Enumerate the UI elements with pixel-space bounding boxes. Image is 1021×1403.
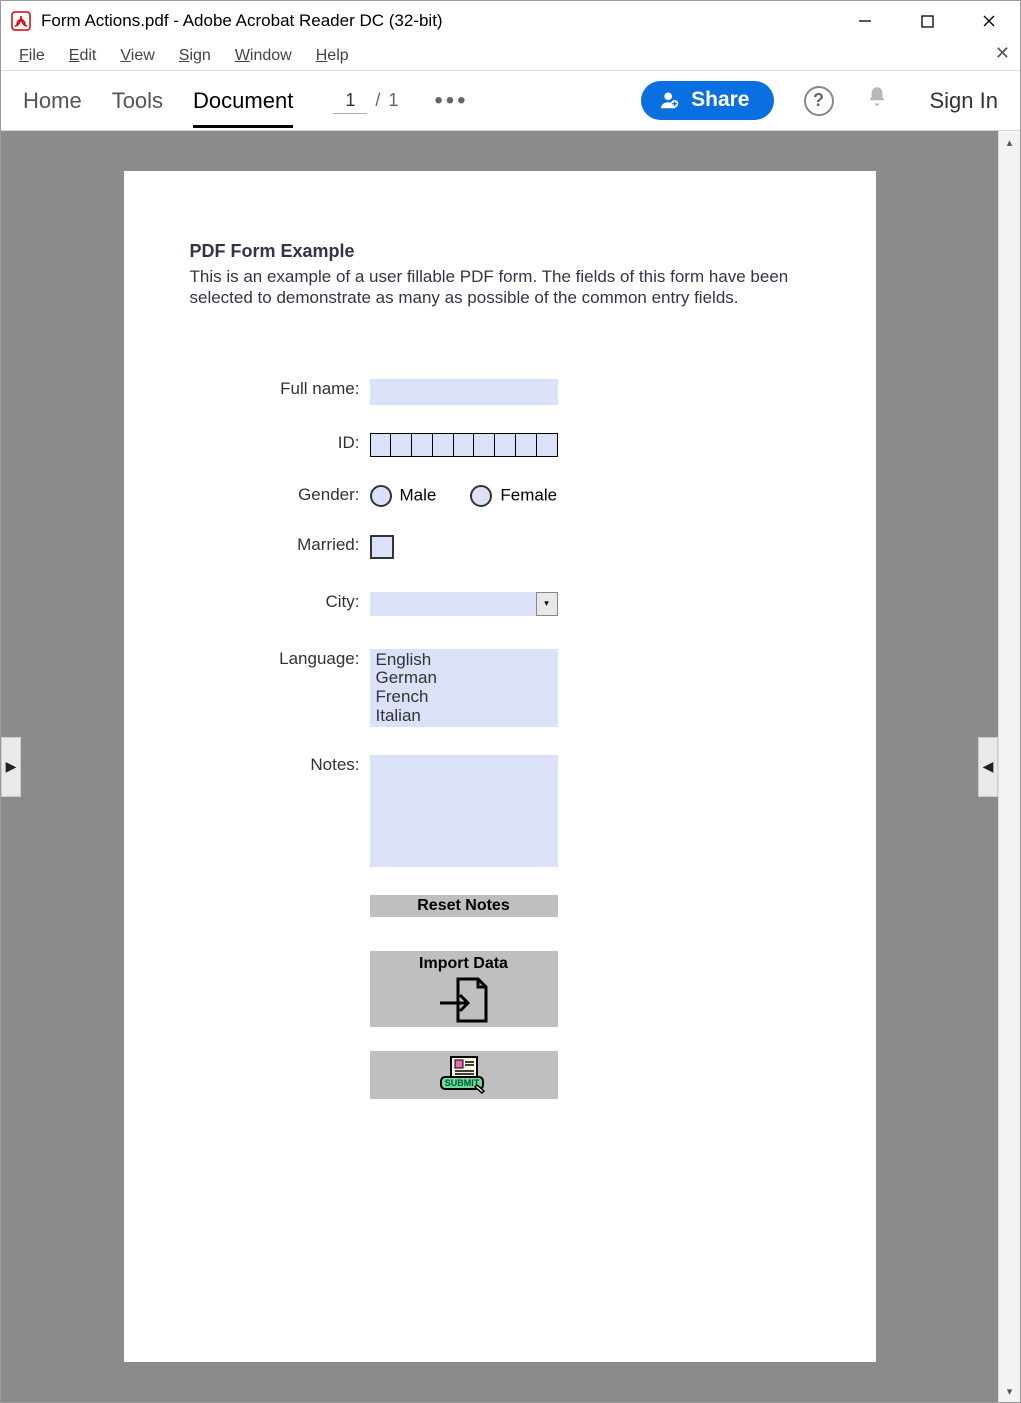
left-panel-toggle[interactable]: ▶ (1, 737, 21, 797)
document-viewer: PDF Form Example This is an example of a… (1, 131, 1020, 1402)
page-canvas[interactable]: PDF Form Example This is an example of a… (1, 131, 998, 1402)
tab-document[interactable]: Document (193, 74, 293, 128)
toolbar: Home Tools Document / 1 ••• Share ? Sign… (1, 71, 1020, 131)
menu-help[interactable]: Help (304, 47, 361, 65)
more-options-button[interactable]: ••• (434, 87, 468, 115)
menu-bar: File Edit View Sign Window Help ✕ (1, 41, 1020, 71)
scroll-down-icon[interactable]: ▾ (999, 1380, 1020, 1402)
import-data-label: Import Data (370, 955, 558, 973)
married-checkbox[interactable] (370, 535, 394, 559)
sign-in-button[interactable]: Sign In (930, 88, 999, 114)
label-fullname: Full name: (190, 379, 370, 399)
language-option-3[interactable]: Italian (376, 707, 552, 726)
page-total: 1 (388, 90, 398, 111)
id-input[interactable] (370, 433, 558, 457)
label-married: Married: (190, 535, 370, 555)
radio-female-label: Female (500, 485, 557, 504)
chevron-down-icon[interactable]: ▾ (536, 592, 558, 616)
person-plus-icon (659, 89, 681, 111)
language-option-2[interactable]: French (376, 688, 552, 707)
label-language: Language: (190, 649, 370, 669)
maximize-button[interactable] (896, 1, 958, 41)
close-document-button[interactable]: ✕ (995, 43, 1010, 64)
language-option-0[interactable]: English (376, 651, 552, 670)
label-city: City: (190, 592, 370, 612)
import-file-icon (436, 975, 492, 1025)
language-listbox[interactable]: English German French Italian (370, 649, 558, 728)
share-button[interactable]: Share (641, 81, 773, 120)
notes-textarea[interactable] (370, 755, 558, 867)
submit-icon: SUBMIT (437, 1055, 491, 1095)
menu-window[interactable]: Window (223, 47, 304, 65)
tab-home[interactable]: Home (23, 74, 82, 128)
submit-button[interactable]: SUBMIT (370, 1051, 558, 1099)
radio-male-label: Male (400, 485, 437, 504)
pdf-page: PDF Form Example This is an example of a… (124, 171, 876, 1362)
bell-icon (864, 84, 890, 110)
page-indicator: / 1 (333, 88, 398, 114)
notifications-button[interactable] (864, 84, 890, 117)
menu-edit[interactable]: Edit (57, 47, 109, 65)
vertical-scrollbar[interactable]: ▴ ▾ (998, 131, 1020, 1402)
label-gender: Gender: (190, 485, 370, 505)
scroll-up-icon[interactable]: ▴ (999, 131, 1020, 153)
menu-sign[interactable]: Sign (167, 47, 223, 65)
fullname-input[interactable] (370, 379, 558, 405)
help-button[interactable]: ? (804, 86, 834, 116)
city-combobox[interactable]: ▾ (370, 592, 558, 616)
menu-view[interactable]: View (108, 47, 166, 65)
page-separator: / (375, 90, 380, 111)
radio-female[interactable]: Female (470, 485, 557, 507)
label-id: ID: (190, 433, 370, 453)
form-description: This is an example of a user fillable PD… (190, 266, 810, 309)
close-button[interactable] (958, 1, 1020, 41)
page-number-input[interactable] (333, 88, 367, 114)
label-notes: Notes: (190, 755, 370, 775)
chevron-left-icon: ◀ (983, 758, 994, 775)
reset-notes-button[interactable]: Reset Notes (370, 895, 558, 917)
window-title: Form Actions.pdf - Adobe Acrobat Reader … (41, 11, 443, 31)
import-data-button[interactable]: Import Data (370, 951, 558, 1027)
right-panel-toggle[interactable]: ◀ (978, 737, 998, 797)
share-label: Share (691, 88, 749, 112)
window-titlebar: Form Actions.pdf - Adobe Acrobat Reader … (1, 1, 1020, 41)
form-heading: PDF Form Example (190, 241, 810, 262)
language-option-1[interactable]: German (376, 669, 552, 688)
radio-male[interactable]: Male (370, 485, 437, 507)
minimize-button[interactable] (834, 1, 896, 41)
tab-tools[interactable]: Tools (112, 74, 163, 128)
menu-file[interactable]: File (7, 47, 57, 65)
chevron-right-icon: ▶ (6, 758, 17, 775)
acrobat-icon (11, 11, 31, 31)
